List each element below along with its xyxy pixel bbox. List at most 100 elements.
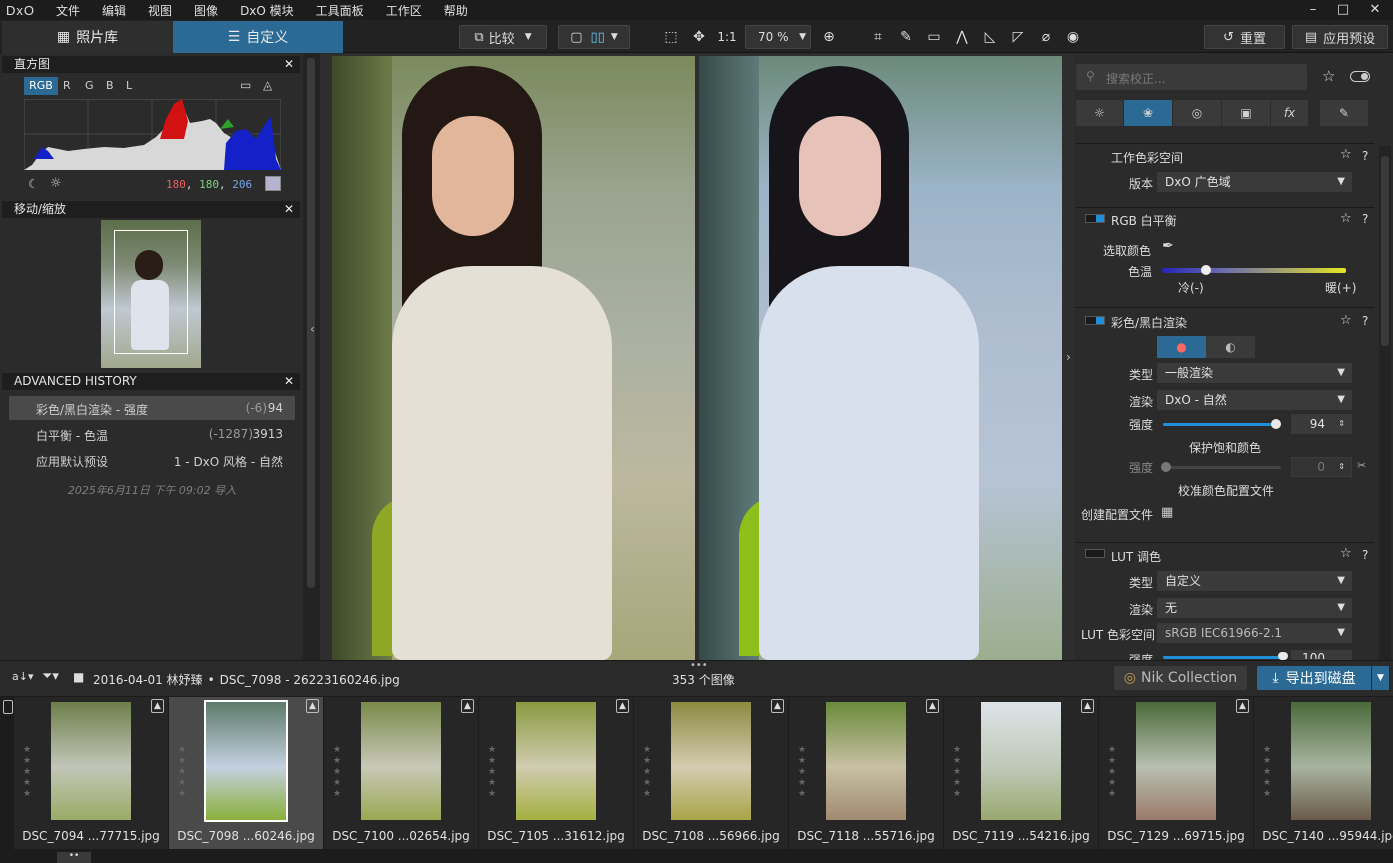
bw-mode-icon[interactable]: ◐ bbox=[1206, 336, 1255, 358]
close-icon[interactable]: ✕ bbox=[1360, 0, 1390, 20]
light-tab-icon[interactable]: ☼ bbox=[1076, 100, 1124, 126]
thumbnail[interactable]: ★ ★ ★ ★ ★ ▲ DSC_7118 ...55716.jpg bbox=[789, 697, 943, 849]
nik-collection-button[interactable]: ◎ Nik Collection bbox=[1114, 666, 1247, 690]
version-select[interactable]: DxO 广色域 ▼ bbox=[1157, 172, 1352, 192]
collapse-right-icon[interactable]: › bbox=[1066, 350, 1071, 364]
strength2-slider[interactable] bbox=[1161, 462, 1281, 472]
help-icon[interactable]: ? bbox=[1362, 212, 1368, 226]
close-icon[interactable]: ✕ bbox=[284, 373, 294, 390]
help-icon[interactable]: ? bbox=[1362, 314, 1368, 328]
color-tab-icon[interactable]: ❀ bbox=[1124, 100, 1173, 126]
spinner-icon[interactable]: ⇕ bbox=[1338, 415, 1345, 433]
thumbnail[interactable]: ★ ★ ★ ★ ★ ▲ DSC_7100 ...02654.jpg bbox=[324, 697, 478, 849]
thumbnail-selected[interactable]: ★ ★ ★ ★ ★ ▲ DSC_7098 ...60246.jpg bbox=[169, 697, 323, 849]
compare-button[interactable]: ⧉ 比较 ▼ bbox=[459, 25, 547, 49]
highlight-clip-icon[interactable]: ☼ bbox=[50, 176, 62, 191]
rating-stars[interactable]: ★ ★ ★ ★ ★ bbox=[333, 745, 343, 800]
strength2-knob[interactable] bbox=[1161, 462, 1171, 472]
channel-g[interactable]: G bbox=[85, 79, 94, 92]
resize-handle-icon[interactable]: ••• bbox=[690, 660, 708, 671]
strength-input[interactable]: 94 ⇕ bbox=[1291, 414, 1352, 434]
eyedropper-icon[interactable]: ✒ bbox=[1162, 238, 1174, 254]
collapse-left-icon[interactable]: ‹ bbox=[310, 322, 315, 336]
strength-knob[interactable] bbox=[1271, 419, 1281, 429]
render-toggle[interactable] bbox=[1085, 316, 1105, 325]
effects-tab-icon[interactable]: fx bbox=[1271, 100, 1320, 126]
strength2-input[interactable]: 0 ⇕ bbox=[1291, 457, 1352, 477]
lut-colorspace-select[interactable]: sRGB IEC61966-2.1 ▼ bbox=[1157, 623, 1352, 643]
navigator-thumbnail[interactable] bbox=[101, 220, 201, 368]
menu-dxo-modules[interactable]: DxO 模块 bbox=[229, 2, 305, 19]
history-item[interactable]: 白平衡 - 色温 (-1287) 3913 bbox=[9, 422, 295, 446]
zoom-1to1-button[interactable]: 1:1 bbox=[714, 27, 740, 47]
help-icon[interactable]: ? bbox=[1362, 548, 1368, 562]
lut-render-select[interactable]: 无 ▼ bbox=[1157, 598, 1352, 618]
temperature-slider[interactable] bbox=[1162, 265, 1346, 275]
channel-r[interactable]: R bbox=[63, 79, 71, 92]
rating-stars[interactable]: ★ ★ ★ ★ ★ bbox=[953, 745, 963, 800]
rating-stars[interactable]: ★ ★ ★ ★ ★ bbox=[23, 745, 33, 800]
spinner-icon[interactable]: ⇕ bbox=[1338, 458, 1345, 476]
shadow-clip-icon[interactable]: ☾ bbox=[28, 177, 39, 191]
eyedropper-icon[interactable]: ✎ bbox=[895, 27, 917, 47]
view-mode-button[interactable]: ▢ ▯▯ ▼ bbox=[558, 25, 630, 49]
mask-icon[interactable]: ◸ bbox=[1007, 27, 1029, 47]
crop-icon[interactable]: ⌗ bbox=[867, 27, 889, 47]
export-menu-icon[interactable]: ▼ bbox=[1372, 666, 1389, 690]
export-button[interactable]: ⤓ 导出到磁盘 bbox=[1257, 666, 1371, 690]
tab-photo-library[interactable]: ▦ 照片库 bbox=[2, 21, 173, 53]
temperature-knob[interactable] bbox=[1201, 265, 1211, 275]
thumbnail[interactable]: ★ ★ ★ ★ ★ ▲ DSC_7119 ...54216.jpg bbox=[944, 697, 1098, 849]
reset-button[interactable]: ↺ 重置 bbox=[1204, 25, 1285, 49]
star-icon[interactable]: ☆ bbox=[1340, 546, 1352, 561]
menu-tool-panels[interactable]: 工具面板 bbox=[305, 2, 375, 19]
rating-stars[interactable]: ★ ★ ★ ★ ★ bbox=[643, 745, 653, 800]
thumbnail[interactable]: ★ ★ ★ ★ ★ ▲ DSC_7105 ...31612.jpg bbox=[479, 697, 633, 849]
thumbnail[interactable]: ★ ★ ★ ★ ★ ▲ DSC_7094 ...77715.jpg bbox=[14, 697, 168, 849]
breadcrumb-folder[interactable]: 2016-04-01 林妤臻 bbox=[93, 673, 203, 687]
rating-stars[interactable]: ★ ★ ★ ★ ★ bbox=[178, 745, 188, 800]
channel-rgb[interactable]: RGB bbox=[24, 77, 58, 95]
star-icon[interactable]: ☆ bbox=[1340, 313, 1352, 328]
softproof-icon[interactable]: ◬ bbox=[263, 78, 272, 92]
zoom-in-icon[interactable]: ⊕ bbox=[818, 27, 840, 47]
render-type-select[interactable]: 一般渲染 ▼ bbox=[1157, 363, 1352, 383]
filter-icon[interactable]: ⏷▾ bbox=[42, 669, 59, 684]
menu-edit[interactable]: 编辑 bbox=[91, 2, 137, 19]
wb-toggle[interactable] bbox=[1085, 214, 1105, 223]
lut-toggle[interactable] bbox=[1085, 549, 1105, 558]
create-profile-icon[interactable]: ▦ bbox=[1161, 505, 1173, 520]
color-mode-icon[interactable]: ● bbox=[1157, 336, 1206, 358]
favorite-star-icon[interactable]: ☆ bbox=[1322, 67, 1335, 85]
close-icon[interactable]: ✕ bbox=[284, 201, 294, 218]
channel-l[interactable]: L bbox=[126, 79, 132, 92]
zoom-select[interactable]: 70 % ▼ bbox=[745, 25, 811, 49]
geometry-tab-icon[interactable]: ▣ bbox=[1222, 100, 1271, 126]
minimize-icon[interactable]: – bbox=[1298, 0, 1328, 20]
move-icon[interactable]: ✥ bbox=[688, 27, 710, 47]
sort-icon[interactable]: a↓▾ bbox=[12, 670, 33, 683]
lut-strength-input[interactable]: 100 bbox=[1291, 650, 1352, 660]
render-select[interactable]: DxO - 自然 ▼ bbox=[1157, 390, 1352, 410]
thumbnail[interactable]: ★ ★ ★ ★ ★ ▲ DSC_7129 ...69715.jpg bbox=[1099, 697, 1253, 849]
local-adjust-icon[interactable]: ◺ bbox=[979, 27, 1001, 47]
search-input[interactable]: ⚲ 搜索校正... bbox=[1076, 64, 1307, 90]
rating-stars[interactable]: ★ ★ ★ ★ ★ bbox=[1263, 745, 1273, 800]
menu-help[interactable]: 帮助 bbox=[433, 2, 479, 19]
filmstrip-scroll-handle[interactable]: •• bbox=[57, 852, 91, 863]
history-item[interactable]: 彩色/黑白渲染 - 强度 (-6) 94 bbox=[9, 396, 295, 420]
preview-eye-icon[interactable]: ◉ bbox=[1062, 27, 1084, 47]
rating-stars[interactable]: ★ ★ ★ ★ ★ bbox=[798, 745, 808, 800]
lut-type-select[interactable]: 自定义 ▼ bbox=[1157, 571, 1352, 591]
menu-view[interactable]: 视图 bbox=[137, 2, 183, 19]
thumbnail[interactable]: ★ ★ ★ ★ ★ ▲ DSC_7108 ...56966.jpg bbox=[634, 697, 788, 849]
help-icon[interactable]: ? bbox=[1362, 149, 1368, 163]
picker-icon[interactable]: ✂ bbox=[1357, 459, 1366, 472]
history-item[interactable]: 应用默认预设 1 - DxO 风格 - 自然 bbox=[9, 448, 295, 472]
close-icon[interactable]: ✕ bbox=[284, 56, 294, 73]
toggle-switch[interactable] bbox=[1350, 71, 1370, 82]
lut-strength-knob[interactable] bbox=[1278, 652, 1288, 660]
lut-strength-slider[interactable] bbox=[1163, 652, 1288, 660]
perspective-icon[interactable]: ⋀ bbox=[951, 27, 973, 47]
rating-stars[interactable]: ★ ★ ★ ★ ★ bbox=[488, 745, 498, 800]
